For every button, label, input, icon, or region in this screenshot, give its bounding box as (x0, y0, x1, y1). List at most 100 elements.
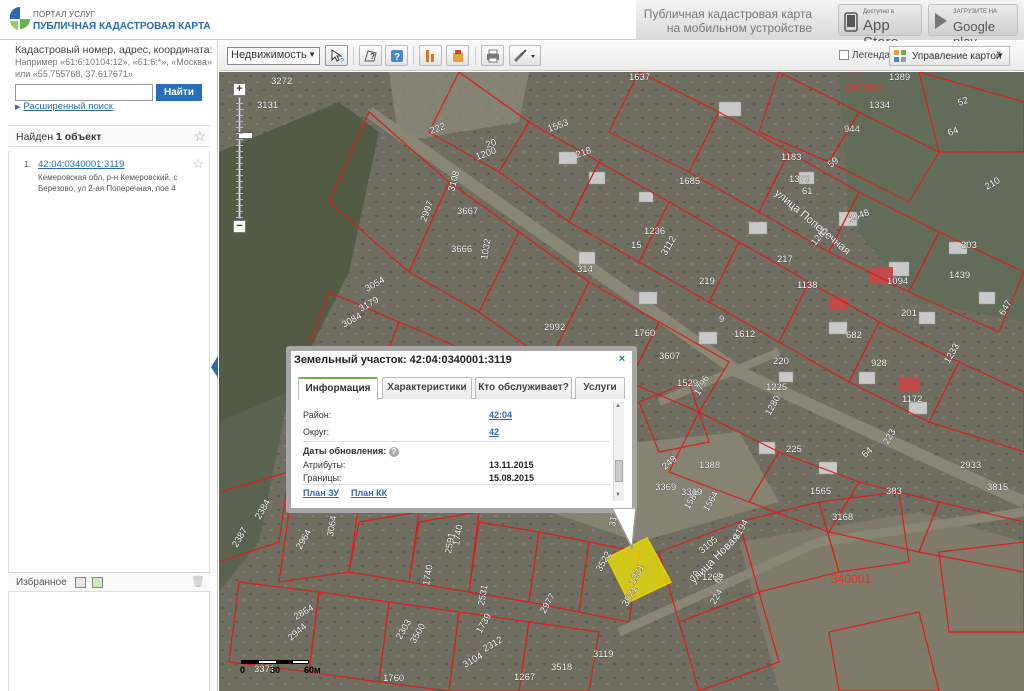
parcel-number-label: 220 (773, 356, 789, 367)
tab-characteristics[interactable]: Характеристики (382, 377, 472, 399)
site-title[interactable]: ПУБЛИЧНАЯ КАДАСТРОВАЯ КАРТА (33, 21, 211, 32)
okrug-link[interactable]: 42 (489, 427, 499, 437)
parcel-number-label: 3607 (659, 351, 680, 362)
found-prefix: Найден (16, 131, 54, 143)
tab-services[interactable]: Услуги (575, 377, 625, 399)
parcel-number-label: 383 (886, 486, 902, 497)
star-icon[interactable]: ☆ (193, 128, 206, 145)
zoom-tick (236, 115, 243, 116)
area-info-button[interactable]: ? (359, 45, 382, 66)
parcel-number-label: 1236 (644, 226, 665, 237)
excel-export-icon[interactable] (92, 577, 103, 588)
found-count-text: Найден 1 объект (16, 131, 101, 143)
appstore-button[interactable]: Доступно в App Store (838, 4, 922, 51)
search-label: Кадастровый номер, адрес, координата: (15, 44, 213, 56)
zoom-tick (236, 103, 243, 104)
layer-select[interactable]: Недвижимость ▼ (227, 47, 320, 65)
objects-button[interactable] (446, 45, 469, 66)
divider (302, 441, 610, 442)
trash-icon[interactable]: 🗑 (191, 575, 205, 588)
zoom-tick (236, 217, 243, 218)
play-icon (935, 13, 947, 29)
scale-label-30: 30 (270, 665, 281, 675)
zoom-tick (236, 157, 243, 158)
scroll-thumb[interactable] (615, 460, 623, 482)
rosreestr-logo[interactable] (8, 6, 32, 32)
mobile-line-2: на мобильном устройстве (666, 21, 812, 35)
collapse-sidebar-icon[interactable] (211, 356, 218, 378)
print-button[interactable] (481, 45, 504, 66)
search-button[interactable]: Найти (156, 84, 202, 101)
parcel-number-label: 1225 (766, 382, 787, 393)
parcel-number-label: 1388 (699, 460, 720, 471)
map-control-label: Управление картой (912, 51, 1002, 62)
parcel-number-label: 1138 (797, 280, 817, 291)
plan-zu-link[interactable]: План ЗУ (303, 488, 339, 498)
district-link[interactable]: 42:04 (489, 410, 512, 420)
zoom-in-button[interactable]: + (233, 83, 246, 96)
dates-header: Даты обновления: ? (303, 446, 399, 457)
parcel-number-label: 3272 (271, 76, 292, 87)
zoom-tick (236, 181, 243, 182)
parcel-number-label: 15 (631, 240, 642, 251)
plan-kk-link[interactable]: План КК (351, 488, 387, 498)
zoom-tick (236, 199, 243, 200)
popup-title: Земельный участок: 42:04:0340001:3119 (294, 354, 512, 366)
search-input[interactable] (15, 84, 153, 101)
close-icon[interactable]: × (616, 353, 628, 365)
region-number-label: 42 (843, 72, 857, 81)
region-number-label: 340001 (831, 572, 871, 586)
zoom-out-button[interactable]: − (233, 220, 246, 233)
tab-info[interactable]: Информация (298, 377, 378, 400)
tab-who-serves[interactable]: Кто обслуживает? (475, 377, 572, 399)
help-circle-icon[interactable]: ? (388, 447, 399, 457)
advanced-search-link[interactable]: ▶ Расширенный поиск (15, 101, 113, 112)
scroll-down-icon[interactable]: ▼ (615, 492, 621, 498)
red-roof (899, 377, 919, 391)
parcel-number-label: 225 (786, 444, 802, 455)
parcel-number-label: 928 (871, 358, 887, 369)
search-example: Например «61:6:10104:12», «61:6:*», «Мос… (15, 57, 212, 79)
zoom-control: + − (233, 83, 253, 233)
svg-text:?: ? (394, 52, 400, 63)
favorites-header: Избранное 🗑 (8, 572, 210, 592)
parcel-number-label: 61 (802, 186, 813, 197)
parcel-number-label: 3667 (457, 206, 478, 217)
parcel-number-label: 1334 (869, 100, 890, 111)
parcel-number-label: 1370 (789, 174, 810, 185)
legend-checkbox[interactable] (839, 50, 849, 60)
zoom-tick (236, 145, 243, 146)
parcel-number-label: 3119 (593, 649, 613, 660)
parcel-number-label: 217 (777, 254, 793, 265)
parcel-number-label: 3666 (451, 244, 472, 255)
mobile-line-1: Публичная кадастровая карта (643, 7, 812, 21)
results-list (8, 151, 210, 575)
region-number-label: 340001 (845, 81, 885, 95)
borders-label: Границы: (303, 473, 342, 483)
help-button[interactable]: ? (385, 45, 408, 66)
ruler-button[interactable] (419, 45, 442, 66)
popup-scrollbar[interactable]: ▲ ▼ (613, 402, 624, 501)
google-play-button[interactable]: ЗАГРУЗИТЕ НА Google play (928, 4, 1018, 49)
zoom-tick (236, 211, 243, 212)
objects-icon (453, 50, 463, 62)
borders-date: 15.08.2015 (489, 473, 535, 483)
mobile-promo-text: Публичная кадастровая карта на мобильном… (644, 7, 812, 35)
map-toolbar: Недвижимость ▼ ? ? ? Легенда Управление … (219, 41, 1024, 71)
zoom-tick (236, 139, 243, 140)
parcel-number-label: 1267 (514, 672, 535, 683)
scroll-up-icon[interactable]: ▲ (615, 403, 621, 409)
zoom-tick (236, 121, 243, 122)
parcel-number-label: 3131 (257, 100, 278, 111)
link-button[interactable] (509, 45, 541, 66)
map-control-dropdown[interactable]: Управление картой ▼ (889, 46, 1010, 66)
result-cadastral-link[interactable]: 42:04:0340001:3119 (38, 159, 124, 170)
export-icon[interactable] (75, 577, 86, 588)
star-icon[interactable]: ☆ (192, 156, 204, 172)
parcel-number-label: 9 (719, 314, 724, 325)
parcel-number-label: 201 (901, 308, 917, 319)
zoom-tick (236, 169, 243, 170)
identify-button[interactable]: ? (325, 45, 348, 66)
attributes-label: Атрибуты: (303, 460, 346, 470)
parcel-number-label: 944 (844, 124, 860, 135)
